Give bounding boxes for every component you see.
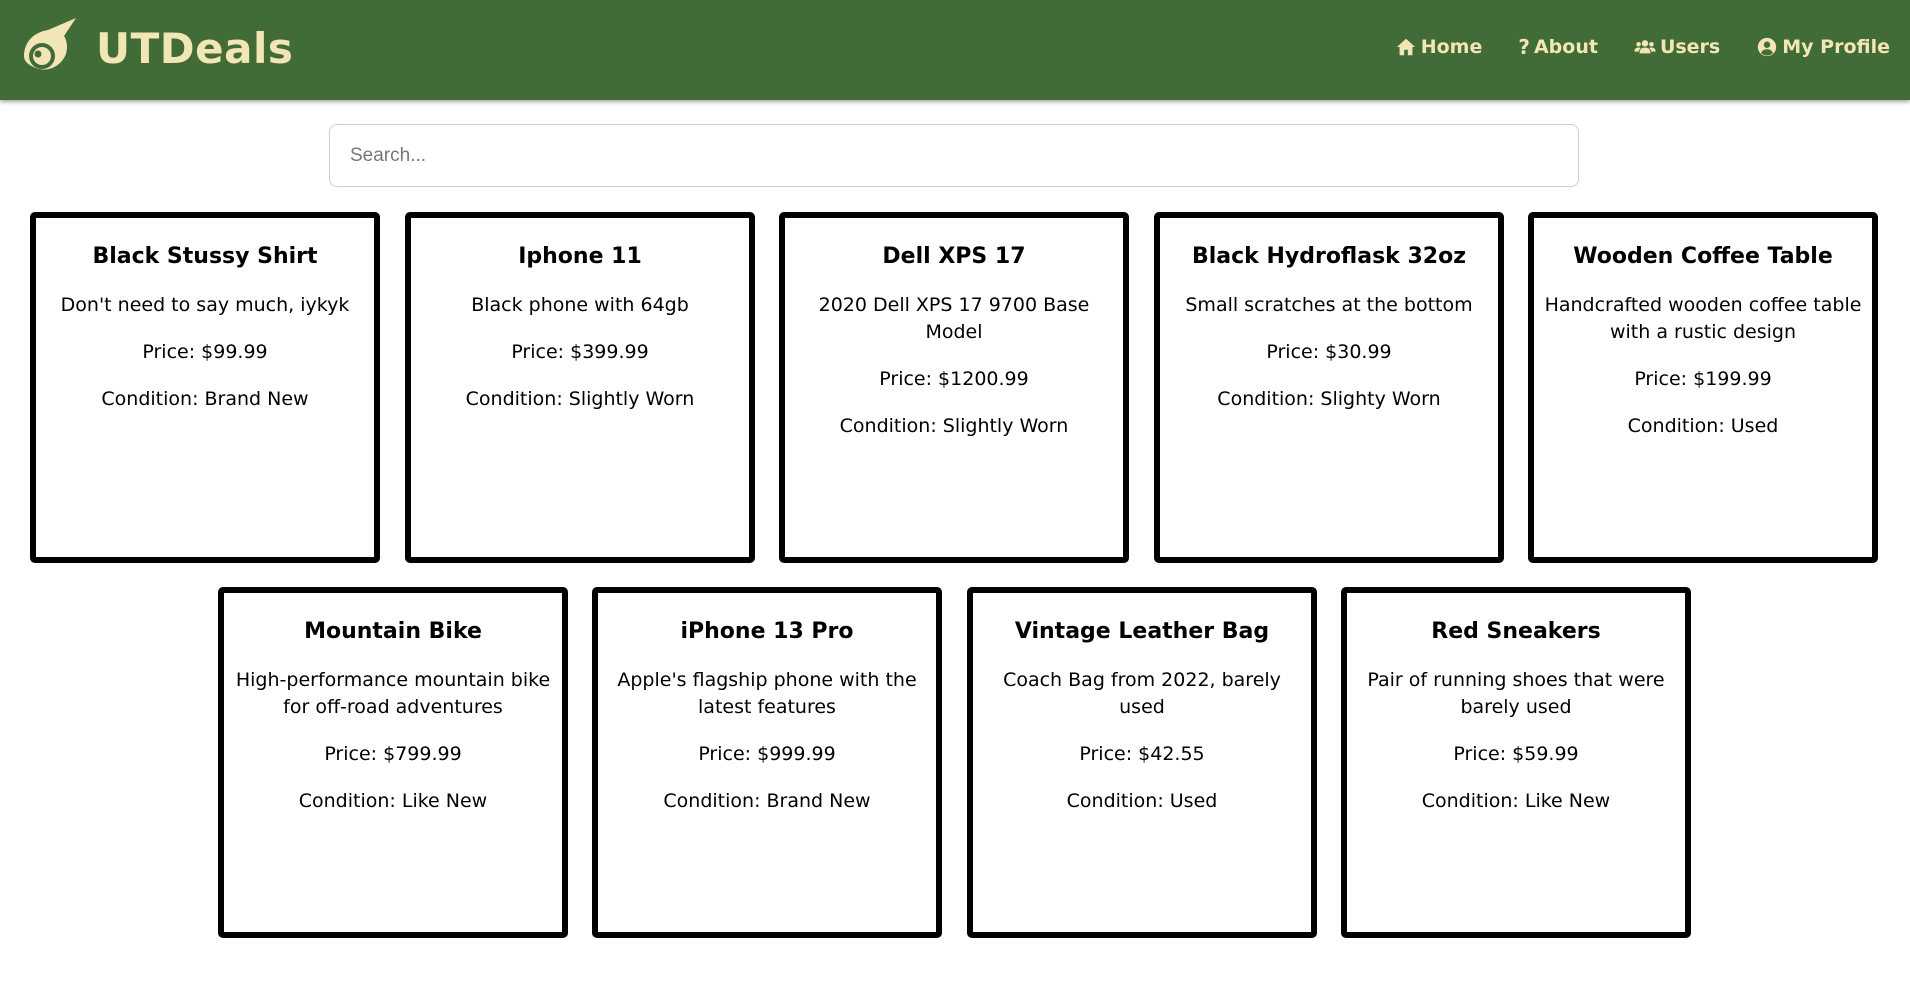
nav-about-link[interactable]: ? About (1518, 32, 1598, 62)
listing-condition: Condition: Brand New (663, 790, 871, 812)
listing-price: Price: $42.55 (1079, 743, 1205, 765)
question-icon: ? (1518, 35, 1530, 59)
listing-description: Black phone with 64gb (471, 294, 689, 316)
nav-home-label: Home (1420, 36, 1483, 58)
search-input[interactable] (329, 124, 1579, 187)
listing-condition: Condition: Slightly Worn (465, 388, 695, 410)
listing-description: High-performance mountain bike for off-r… (235, 669, 551, 718)
listing-description: 2020 Dell XPS 17 9700 Base Model (818, 294, 1090, 343)
listing-price: Price: $1200.99 (879, 368, 1029, 390)
listing-description: Pair of running shoes that were barely u… (1367, 669, 1665, 718)
listing-price: Price: $399.99 (511, 341, 649, 363)
listing-card[interactable]: Black Stussy Shirt Don't need to say muc… (30, 212, 380, 563)
user-circle-icon (1758, 37, 1777, 57)
nav-profile-link[interactable]: My Profile (1756, 32, 1890, 62)
listing-title: Vintage Leather Bag (1014, 619, 1270, 644)
users-icon (1634, 40, 1656, 54)
listing-condition: Condition: Slightly Worn (839, 415, 1069, 437)
listing-card[interactable]: Red Sneakers Pair of running shoes that … (1341, 587, 1691, 938)
listing-condition: Condition: Used (1627, 415, 1779, 437)
listing-title: Black Hydroflask 32oz (1191, 244, 1467, 269)
listing-condition: Condition: Like New (1421, 790, 1611, 812)
listing-card[interactable]: iPhone 13 Pro Apple's flagship phone wit… (592, 587, 942, 938)
listing-title: Black Stussy Shirt (92, 244, 318, 269)
listing-condition: Condition: Slighty Worn (1217, 388, 1441, 410)
search-bar (329, 124, 1579, 187)
nav-users-label: Users (1659, 36, 1721, 58)
listing-description: Apple's flagship phone with the latest f… (617, 669, 917, 718)
listing-title: Iphone 11 (518, 244, 642, 269)
comet-logo-icon[interactable] (14, 12, 82, 80)
listing-price: Price: $30.99 (1266, 341, 1392, 363)
listing-price: Price: $799.99 (324, 743, 462, 765)
listing-card[interactable]: Iphone 11 Black phone with 64gb Price: $… (405, 212, 755, 563)
listing-card[interactable]: Wooden Coffee Table Handcrafted wooden c… (1528, 212, 1878, 563)
listing-card[interactable]: Mountain Bike High-performance mountain … (218, 587, 568, 938)
listing-condition: Condition: Used (1066, 790, 1218, 812)
listing-description: Handcrafted wooden coffee table with a r… (1544, 294, 1862, 343)
listing-price: Price: $199.99 (1634, 368, 1772, 390)
listing-condition: Condition: Brand New (101, 388, 309, 410)
listing-title: Dell XPS 17 (882, 244, 1026, 269)
navbar: UTDeals Home ? About Users My Profile (0, 0, 1910, 100)
nav-users-link[interactable]: Users (1634, 32, 1720, 62)
listing-description: Small scratches at the bottom (1185, 294, 1473, 316)
listing-description: Coach Bag from 2022, barely used (1003, 669, 1281, 718)
listing-title: iPhone 13 Pro (680, 619, 854, 644)
listing-price: Price: $59.99 (1453, 743, 1579, 765)
nav-links: Home ? About Users My Profile (1359, 32, 1890, 62)
listing-title: Red Sneakers (1431, 619, 1601, 644)
nav-home-link[interactable]: Home (1395, 32, 1483, 62)
listing-price: Price: $999.99 (698, 743, 836, 765)
brand-name[interactable]: UTDeals (96, 21, 293, 77)
nav-about-label: About (1533, 36, 1598, 58)
nav-profile-label: My Profile (1782, 36, 1890, 58)
home-icon (1396, 38, 1415, 56)
listing-description: Don't need to say much, iykyk (60, 294, 350, 316)
listing-condition: Condition: Like New (298, 790, 488, 812)
listing-title: Wooden Coffee Table (1573, 244, 1833, 269)
listing-card[interactable]: Vintage Leather Bag Coach Bag from 2022,… (967, 587, 1317, 938)
listing-card[interactable]: Black Hydroflask 32oz Small scratches at… (1154, 212, 1504, 563)
listing-title: Mountain Bike (304, 619, 482, 644)
listing-price: Price: $99.99 (142, 341, 268, 363)
listing-card[interactable]: Dell XPS 17 2020 Dell XPS 17 9700 Base M… (779, 212, 1129, 563)
